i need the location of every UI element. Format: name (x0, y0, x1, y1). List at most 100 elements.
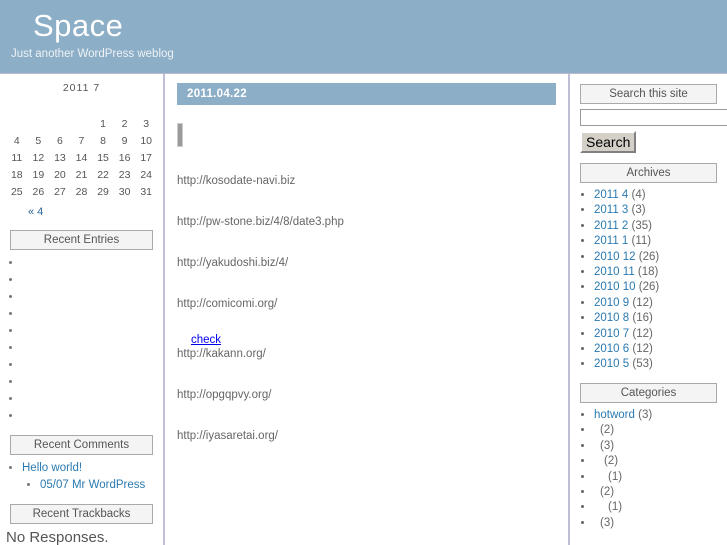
main-content: 2011.04.22 http://kosodate-navi.biz http:… (165, 74, 568, 545)
category-count: (1) (608, 470, 623, 483)
calendar-day-16: 16 (118, 151, 131, 164)
recent-comment-item: Hello world! 05/07 Mr WordPress (22, 460, 163, 494)
category-count: (2) (600, 485, 615, 498)
post-link-item: http://kakann.org/ (177, 348, 266, 360)
calendar-week-row: 25 26 27 28 29 30 31 (6, 183, 157, 200)
post-link-list-secondary: http://kakann.org/http://opgqpvy.org/htt… (177, 347, 556, 443)
post-link-item: http://yakudoshi.biz/4/ (177, 257, 289, 269)
calendar-day-4: 4 (13, 134, 20, 147)
recent-entry-item (22, 408, 163, 425)
calendar-week-row: 4 5 6 7 8 9 10 (6, 132, 157, 149)
calendar-weekday-5 (114, 98, 136, 115)
calendar-day-6: 6 (56, 134, 63, 147)
recent-entry-item (22, 255, 163, 272)
categories-list: hotword (3)(2)(3)(2)(1)(2)(1)(3) (570, 408, 727, 531)
search-input[interactable] (580, 109, 727, 126)
category-link[interactable]: hotword (594, 409, 635, 421)
archive-count: (3) (628, 204, 646, 217)
archive-link[interactable]: 2010 8 (594, 312, 629, 324)
recent-entry-item (22, 323, 163, 340)
archive-link[interactable]: 2010 6 (594, 343, 629, 355)
category-link[interactable] (594, 455, 604, 467)
archive-link[interactable]: 2010 12 (594, 251, 636, 263)
calendar-day-15: 15 (97, 151, 109, 164)
recent-trackbacks-heading: Recent Trackbacks (10, 504, 153, 524)
calendar-day-10: 10 (140, 134, 153, 147)
archives-heading: Archives (580, 163, 717, 183)
calendar-weekday-6 (135, 98, 157, 115)
recent-comments-heading: Recent Comments (10, 435, 153, 455)
archive-item: 2010 5 (53) (594, 357, 727, 372)
calendar-day-28: 28 (75, 185, 88, 198)
archive-item: 2011 1 (11) (594, 234, 727, 249)
calendar-day-20: 20 (54, 168, 66, 181)
post-link-item: http://pw-stone.biz/4/8/date3.php (177, 216, 344, 228)
recent-comment-sublist: 05/07 Mr WordPress (22, 477, 163, 494)
calendar-day-27: 27 (54, 185, 66, 198)
archive-count: (12) (629, 296, 653, 309)
post-date-header: 2011.04.22 (177, 83, 556, 105)
archive-link[interactable]: 2010 10 (594, 281, 636, 293)
calendar-day-19: 19 (32, 168, 45, 181)
check-link-wrapper: check (177, 311, 556, 347)
recent-entry-item (22, 289, 163, 306)
calendar-day-29: 29 (97, 185, 109, 198)
recent-entries-heading: Recent Entries (10, 230, 153, 250)
category-item: (3) (594, 439, 727, 454)
calendar-day-24: 24 (140, 168, 153, 181)
archive-count: (35) (628, 219, 652, 232)
calendar-day-23: 23 (118, 168, 131, 181)
calendar-weekday-0 (6, 98, 28, 115)
calendar-day-3: 3 (143, 117, 150, 130)
archive-link[interactable]: 2011 3 (594, 204, 628, 216)
calendar-day-8: 8 (100, 134, 106, 147)
category-count: (3) (600, 516, 615, 529)
calendar-prev-cell: « 4 (6, 200, 157, 220)
calendar-day-empty (6, 115, 28, 132)
category-count: (3) (634, 408, 653, 421)
calendar-day-25: 25 (10, 185, 23, 198)
archive-count: (12) (629, 327, 653, 340)
search-button[interactable]: Search (580, 131, 637, 153)
category-link[interactable] (594, 501, 608, 513)
calendar-widget: 2011 7 1 2 3 4 5 6 7 8 9 10 11 12 13 14 15 16 17 18 19 20 21… (0, 74, 163, 220)
recent-entries-list (0, 255, 163, 425)
archive-item: 2010 6 (12) (594, 342, 727, 357)
archive-item: 2010 10 (26) (594, 280, 727, 295)
calendar-week-row: 11 12 13 14 15 16 17 (6, 149, 157, 166)
archive-item: 2011 2 (35) (594, 219, 727, 234)
site-title: Space (33, 8, 124, 43)
calendar-weekday-4 (92, 98, 114, 115)
recent-entry-item (22, 374, 163, 391)
calendar-body: 1 2 3 4 5 6 7 8 9 10 11 12 13 14 15 16 17 18 19 20 21 22 23 24 2… (6, 115, 157, 200)
post-link-list: http://kosodate-navi.biz http://pw-stone.… (177, 147, 556, 311)
category-item: (1) (594, 470, 727, 485)
calendar-day-empty (49, 115, 71, 132)
archive-count: (18) (634, 266, 659, 279)
archive-link[interactable]: 2010 5 (594, 358, 629, 370)
calendar-day-21: 21 (75, 168, 88, 181)
archive-count: (4) (628, 189, 646, 201)
archive-link[interactable]: 2010 7 (594, 328, 629, 340)
archive-count: (12) (629, 343, 653, 356)
archive-link[interactable]: 2011 4 (594, 189, 628, 201)
post-body: http://kosodate-navi.biz http://pw-stone.… (165, 123, 568, 443)
category-count: (3) (600, 439, 615, 452)
archive-item: 2010 12 (26) (594, 250, 727, 265)
recent-comment-author-link[interactable]: 05/07 Mr WordPress (40, 479, 145, 491)
archive-count: (11) (628, 235, 652, 248)
category-count: (2) (600, 424, 615, 437)
archive-link[interactable]: 2011 1 (594, 235, 628, 247)
recent-entry-item (22, 306, 163, 323)
recent-comment-link[interactable]: Hello world! (22, 462, 82, 474)
calendar-day-empty (71, 115, 93, 132)
archive-link[interactable]: 2011 2 (594, 220, 628, 232)
category-link[interactable] (594, 471, 608, 483)
left-sidebar: 2011 7 1 2 3 4 5 6 7 8 9 10 11 12 13 14 15 16 17 18 19 20 21… (0, 74, 163, 545)
archive-link[interactable]: 2010 11 (594, 266, 635, 278)
check-link[interactable]: check (191, 334, 221, 346)
categories-heading: Categories (580, 382, 717, 403)
calendar-day-empty (28, 115, 50, 132)
calendar-prev-month-link[interactable]: « 4 (28, 206, 43, 218)
archive-link[interactable]: 2010 9 (594, 297, 629, 309)
